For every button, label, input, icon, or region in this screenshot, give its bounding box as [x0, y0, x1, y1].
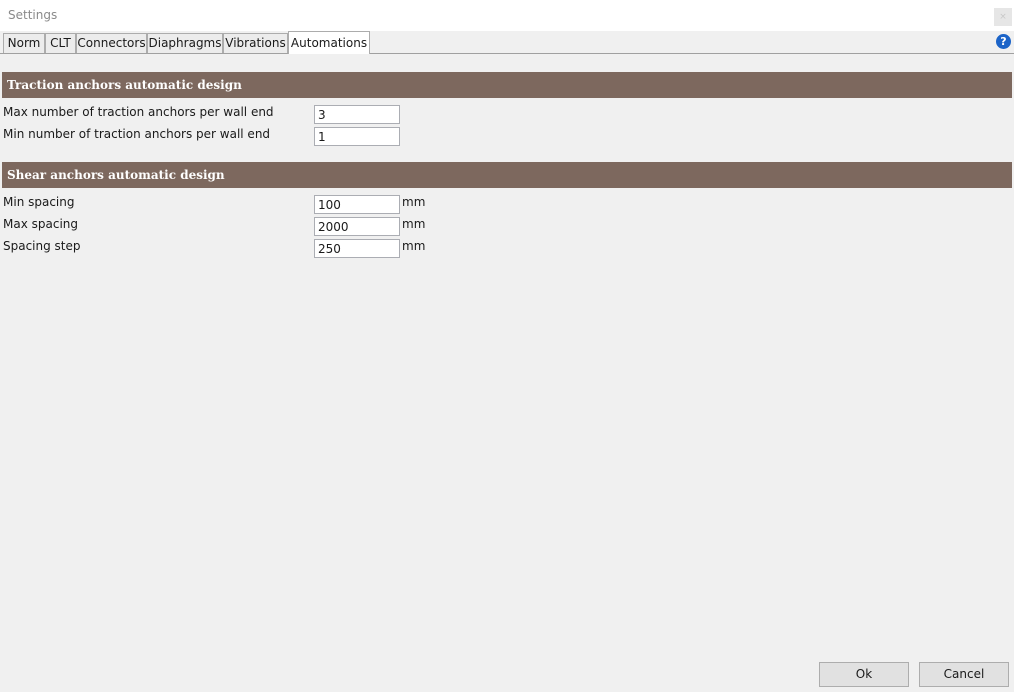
- spacing-step-unit: mm: [402, 239, 426, 253]
- max-spacing-input[interactable]: [314, 217, 400, 236]
- max-spacing-unit: mm: [402, 217, 426, 231]
- tab-norm[interactable]: Norm: [3, 33, 45, 53]
- tab-automations[interactable]: Automations: [288, 31, 370, 54]
- tab-vibrations[interactable]: Vibrations: [223, 33, 288, 53]
- traction-section-header: Traction anchors automatic design: [2, 72, 1012, 98]
- max-traction-anchors-input[interactable]: [314, 105, 400, 124]
- spacing-step-label: Spacing step: [3, 239, 81, 253]
- tab-diaphragms[interactable]: Diaphragms: [147, 33, 223, 53]
- window-title: Settings: [8, 8, 58, 22]
- max-traction-anchors-label: Max number of traction anchors per wall …: [3, 105, 274, 119]
- close-button[interactable]: ×: [994, 8, 1012, 26]
- spacing-step-input[interactable]: [314, 239, 400, 258]
- min-traction-anchors-label: Min number of traction anchors per wall …: [3, 127, 271, 141]
- help-icon[interactable]: ?: [996, 34, 1011, 49]
- tab-connectors[interactable]: Connectors: [76, 33, 147, 53]
- min-spacing-input[interactable]: [314, 195, 400, 214]
- tab-divider: [0, 53, 1014, 54]
- title-bar: Settings ×: [0, 0, 1014, 31]
- cancel-button[interactable]: Cancel: [919, 662, 1009, 687]
- ok-button[interactable]: Ok: [819, 662, 909, 687]
- min-traction-anchors-input[interactable]: [314, 127, 400, 146]
- tab-clt[interactable]: CLT: [45, 33, 76, 53]
- min-spacing-label: Min spacing: [3, 195, 75, 209]
- shear-section-header: Shear anchors automatic design: [2, 162, 1012, 188]
- min-spacing-unit: mm: [402, 195, 426, 209]
- max-spacing-label: Max spacing: [3, 217, 78, 231]
